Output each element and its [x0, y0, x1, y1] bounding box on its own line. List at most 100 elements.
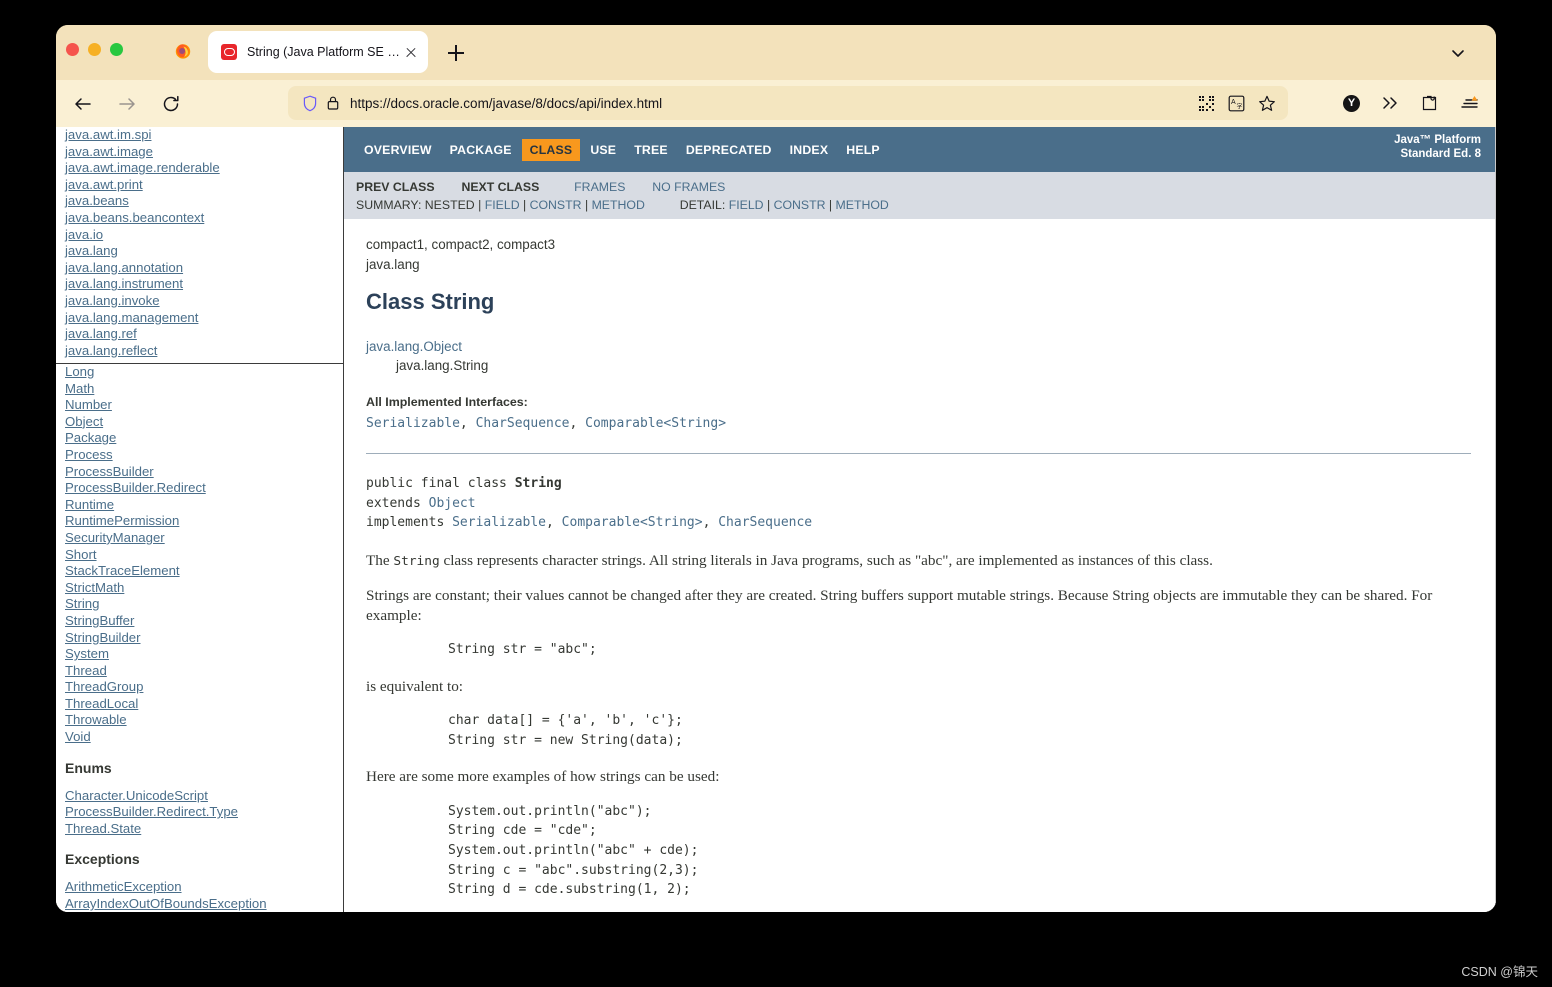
detail-link-field[interactable]: FIELD [729, 198, 764, 212]
implemented-interface-link[interactable]: Serializable [366, 416, 460, 431]
sidebar-class-link[interactable]: StrictMath [65, 580, 343, 597]
sidebar-class-link[interactable]: ProcessBuilder.Redirect [65, 480, 343, 497]
close-tab-icon[interactable] [400, 41, 422, 63]
frames-link[interactable]: FRAMES [574, 180, 625, 194]
code-example-2: char data[] = {'a', 'b', 'c'}; String st… [448, 713, 683, 748]
inheritance-tree: java.lang.Object java.lang.String [366, 337, 1471, 375]
url-bar[interactable]: https://docs.oracle.com/javase/8/docs/ap… [288, 86, 1288, 120]
javadoc-nav-help[interactable]: HELP [838, 139, 888, 161]
sidebar-class-link[interactable]: ThreadGroup [65, 679, 343, 696]
sidebar-class-link[interactable]: Throwable [65, 712, 343, 729]
sidebar-class-link[interactable]: RuntimePermission [65, 513, 343, 530]
sidebar-enum-link[interactable]: Character.UnicodeScript [65, 788, 343, 805]
superclass-link[interactable]: java.lang.Object [366, 339, 462, 354]
new-tab-button[interactable] [444, 41, 468, 65]
sidebar-enum-link[interactable]: ProcessBuilder.Redirect.Type [65, 804, 343, 821]
sidebar-class-link[interactable]: Short [65, 547, 343, 564]
javadoc-nav-package[interactable]: PACKAGE [442, 139, 520, 161]
class-list-frame[interactable]: Long Math Number Object Package Process Proces… [56, 364, 343, 912]
menu-icon[interactable] [1459, 94, 1480, 113]
browser-tab[interactable]: String (Java Platform SE 8 ) [208, 31, 428, 73]
detail-label: DETAIL: [679, 198, 726, 212]
sidebar-package-link[interactable]: java.beans.beancontext [65, 210, 343, 227]
overflow-chevrons-icon[interactable] [1380, 94, 1400, 112]
code-example-1: String str = "abc"; [448, 642, 597, 657]
reload-button[interactable] [154, 87, 188, 121]
qr-code-icon[interactable] [1198, 95, 1215, 112]
sidebar-class-link[interactable]: Runtime [65, 497, 343, 514]
implemented-interface-link[interactable]: Comparable<String> [585, 416, 726, 431]
sidebar-package-link[interactable]: java.lang.instrument [65, 276, 343, 293]
no-frames-link[interactable]: NO FRAMES [652, 180, 725, 194]
signature-implements-link[interactable]: Serializable [452, 515, 546, 530]
tab-title: String (Java Platform SE 8 ) [247, 45, 400, 59]
sidebar-class-link[interactable]: StringBuilder [65, 630, 343, 647]
translate-icon[interactable]: A字 [1228, 95, 1245, 112]
sidebar-class-link[interactable]: StackTraceElement [65, 563, 343, 580]
package-list-frame[interactable]: java.awt.im.spi java.awt.image java.awt.im… [56, 127, 343, 364]
sidebar-package-link[interactable]: java.awt.image.renderable [65, 160, 343, 177]
sidebar-package-link[interactable]: java.awt.im.spi [65, 127, 343, 144]
summary-detail-row: SUMMARY: NESTED | FIELD | CONSTR | METHO… [356, 198, 889, 212]
sidebar-package-link[interactable]: java.lang.annotation [65, 260, 343, 277]
sidebar-exception-link[interactable]: ArithmeticException [65, 879, 343, 896]
minimize-window-button[interactable] [88, 43, 101, 56]
shield-icon[interactable] [302, 95, 318, 112]
sidebar-class-link[interactable]: Package [65, 430, 343, 447]
sidebar-exception-link[interactable]: ArrayIndexOutOfBoundsException [65, 896, 343, 912]
sidebar-class-link[interactable]: System [65, 646, 343, 663]
sidebar-enum-link[interactable]: Thread.State [65, 821, 343, 838]
sidebar-class-link[interactable]: Long [65, 364, 343, 381]
javadoc-nav-class[interactable]: CLASS [521, 138, 581, 161]
detail-link-method[interactable]: METHOD [836, 198, 889, 212]
extensions-puzzle-icon[interactable] [1420, 94, 1439, 113]
maximize-window-button[interactable] [110, 43, 123, 56]
list-all-tabs-chevron-down-icon[interactable] [1448, 43, 1468, 63]
java-brand: Java™ Platform Standard Ed. 8 [1394, 134, 1481, 160]
sidebar-class-link[interactable]: Thread [65, 663, 343, 680]
javadoc-nav-use[interactable]: USE [582, 139, 624, 161]
next-class-link[interactable]: NEXT CLASS [461, 180, 539, 194]
sidebar-class-link[interactable]: StringBuffer [65, 613, 343, 630]
sidebar-class-link[interactable]: ProcessBuilder [65, 464, 343, 481]
signature-implements-link[interactable]: Comparable<String> [562, 515, 703, 530]
sidebar-package-link[interactable]: java.lang.reflect [65, 343, 343, 360]
forward-button[interactable] [110, 87, 144, 121]
detail-link-constr[interactable]: CONSTR [774, 198, 826, 212]
sidebar-package-link[interactable]: java.io [65, 227, 343, 244]
sidebar-package-link[interactable]: java.beans [65, 193, 343, 210]
sidebar-class-link[interactable]: SecurityManager [65, 530, 343, 547]
summary-link-field[interactable]: FIELD [485, 198, 520, 212]
sidebar-package-link[interactable]: java.lang [65, 243, 343, 260]
sidebar-package-link[interactable]: java.lang.management [65, 310, 343, 327]
signature-implements-link[interactable]: CharSequence [718, 515, 812, 530]
sidebar-class-link[interactable]: Math [65, 381, 343, 398]
prev-class-link[interactable]: PREV CLASS [356, 180, 435, 194]
summary-link-method[interactable]: METHOD [592, 198, 645, 212]
sidebar-class-link[interactable]: Number [65, 397, 343, 414]
bookmark-star-icon[interactable] [1258, 95, 1276, 112]
signature-extends-link[interactable]: Object [429, 496, 476, 511]
javadoc-nav-deprecated[interactable]: DEPRECATED [678, 139, 780, 161]
sidebar-class-link[interactable]: Process [65, 447, 343, 464]
javadoc-nav-tree[interactable]: TREE [626, 139, 676, 161]
implemented-interface-link[interactable]: CharSequence [476, 416, 570, 431]
yandex-icon[interactable]: Y [1343, 94, 1360, 112]
javadoc-nav-index[interactable]: INDEX [782, 139, 837, 161]
javadoc-sidebar: java.awt.im.spi java.awt.image java.awt.im… [56, 127, 344, 912]
lock-icon[interactable] [326, 95, 340, 111]
sidebar-package-link[interactable]: java.lang.ref [65, 326, 343, 343]
javadoc-nav-overview[interactable]: OVERVIEW [356, 139, 440, 161]
close-window-button[interactable] [66, 43, 79, 56]
summary-link-constr[interactable]: CONSTR [530, 198, 582, 212]
sidebar-package-link[interactable]: java.awt.image [65, 144, 343, 161]
sidebar-class-link[interactable]: String [65, 596, 343, 613]
sidebar-class-link[interactable]: Void [65, 729, 343, 746]
watermark: CSDN @锦天 [1461, 965, 1538, 979]
back-button[interactable] [66, 87, 100, 121]
sidebar-package-link[interactable]: java.awt.print [65, 177, 343, 194]
javadoc-sub-nav: PREV CLASS NEXT CLASS FRAMES NO FRAMES S… [344, 172, 1495, 219]
sidebar-class-link[interactable]: Object [65, 414, 343, 431]
sidebar-package-link[interactable]: java.lang.invoke [65, 293, 343, 310]
sidebar-class-link[interactable]: ThreadLocal [65, 696, 343, 713]
